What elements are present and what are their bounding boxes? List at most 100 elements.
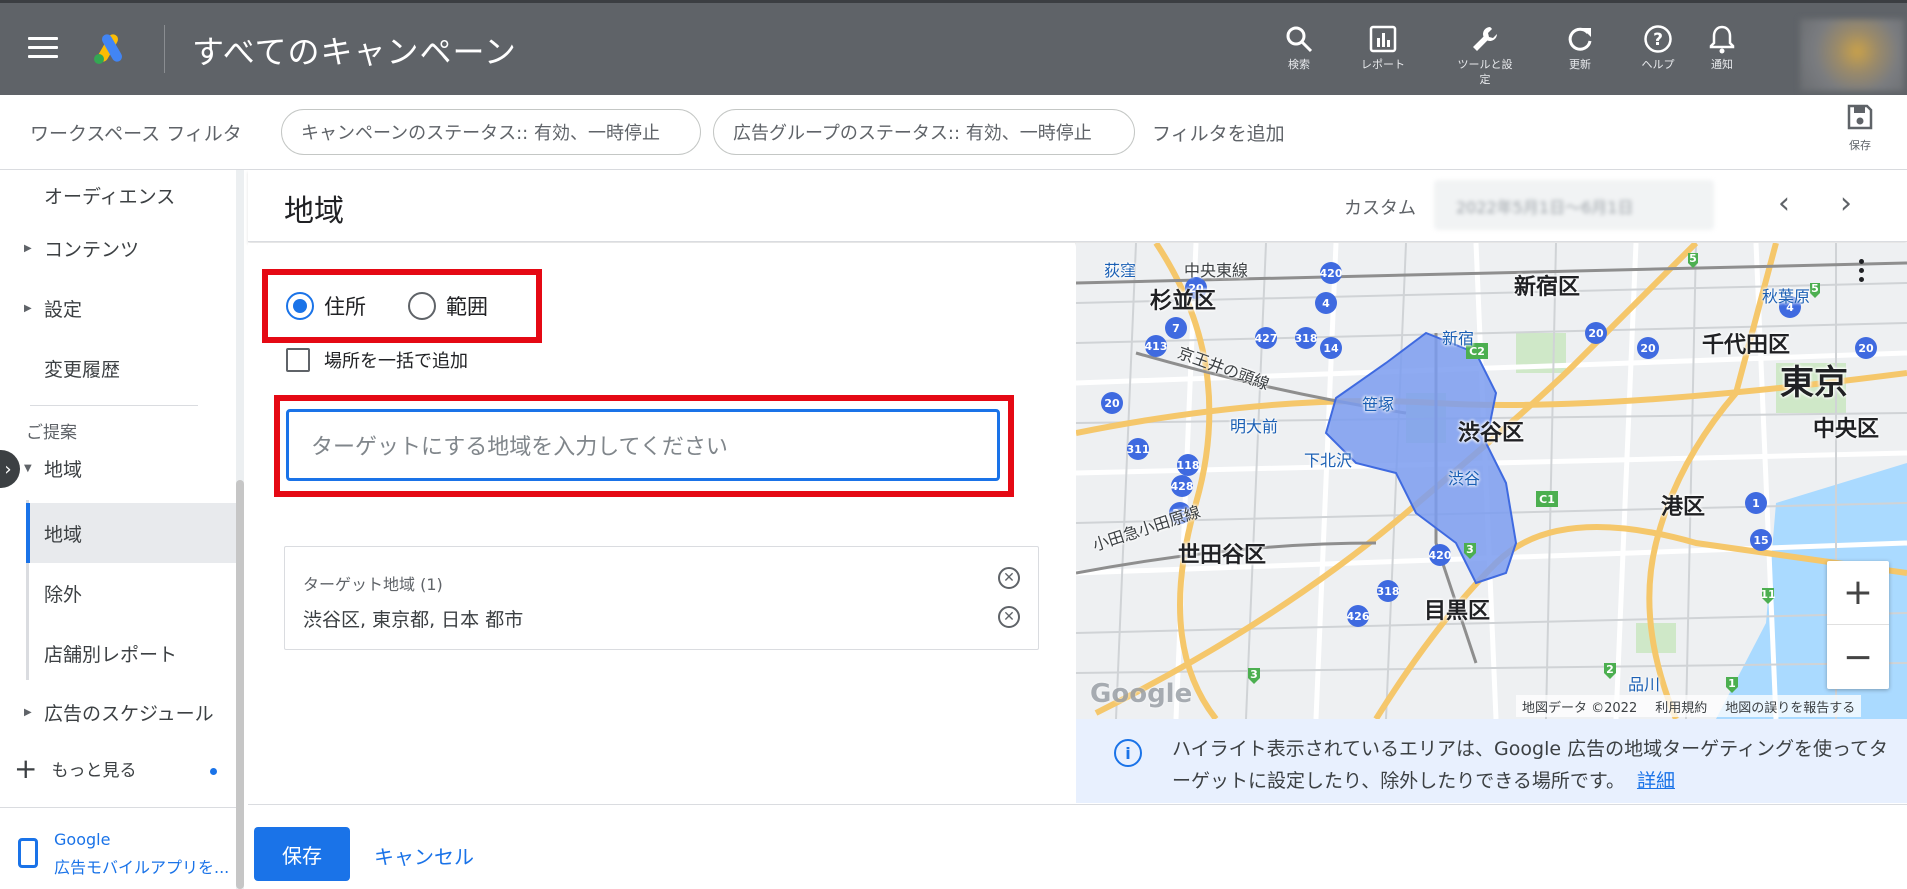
map-more-icon[interactable]: [1859, 259, 1867, 286]
map-label-meguro: 目黒区: [1424, 599, 1491, 624]
svg-text:11: 11: [1760, 588, 1775, 601]
refresh-tool[interactable]: 更新: [1540, 21, 1620, 72]
sidebar-item-label: オーディエンス: [44, 185, 176, 208]
filter-bar: ワークスペース フィルタ キャンペーンのステータス:: 有効、一時停止 広告グル…: [0, 95, 1907, 170]
targeted-locations-title: ターゲット地域 (1): [303, 575, 443, 594]
sidebar-item-label: 設定: [44, 298, 83, 321]
svg-text:15: 15: [1753, 534, 1768, 547]
new-indicator-dot: [210, 768, 217, 775]
svg-text:118: 118: [1177, 459, 1200, 472]
sidebar-item-audience[interactable]: オーディエンス: [0, 170, 236, 220]
tools-settings[interactable]: ツールと設定: [1446, 21, 1524, 87]
sidebar-item-locations[interactable]: ▼ 地域: [0, 443, 236, 493]
radio-unchecked-icon: [408, 292, 436, 320]
svg-text:20: 20: [1640, 342, 1656, 355]
zoom-in-button[interactable]: +: [1827, 561, 1889, 625]
map-label-sasazuka: 笹塚: [1362, 395, 1395, 414]
sidebar-subitem-exclusions[interactable]: 除外: [26, 563, 236, 623]
adgroup-status-chip[interactable]: 広告グループのステータス:: 有効、一時停止: [713, 109, 1135, 155]
clear-all-icon[interactable]: ✕: [998, 567, 1020, 589]
svg-text:20: 20: [1858, 342, 1874, 355]
map-label-akihabara: 秋葉原: [1762, 287, 1811, 306]
sidebar-scrollbar[interactable]: [236, 480, 244, 889]
show-more-label: もっと見る: [51, 760, 137, 781]
notifications-tool[interactable]: 通知: [1682, 21, 1762, 72]
menu-icon[interactable]: [28, 37, 58, 59]
svg-text:14: 14: [1323, 342, 1339, 355]
refresh-icon: [1568, 27, 1592, 51]
help-icon: ?: [1644, 25, 1672, 53]
map-label-ogikubo: 荻窪: [1104, 261, 1137, 280]
notifications-tool-label: 通知: [1711, 58, 1733, 71]
location-map[interactable]: 20 427 318 4 420 7 413 14 20 311 118 428…: [1076, 243, 1907, 719]
sidebar-subitem-store-report[interactable]: 店舗別レポート: [26, 623, 236, 683]
report-tool[interactable]: レポート: [1343, 21, 1423, 72]
save-view-button[interactable]: 保存: [1838, 103, 1882, 153]
checkbox-icon: [286, 348, 310, 372]
sidebar-item-ad-schedule[interactable]: ▶ 広告のスケジュール: [0, 687, 236, 737]
sidebar-item-settings[interactable]: ▶ 設定: [0, 283, 236, 333]
mobile-app-promo[interactable]: Google 広告モバイルアプリを...: [0, 807, 236, 889]
campaign-status-chip[interactable]: キャンペーンのステータス:: 有効、一時停止: [281, 109, 701, 155]
map-label-meidaimae: 明大前: [1230, 417, 1279, 436]
top-divider: [164, 25, 165, 73]
map-label-shibuya-station: 渋谷: [1448, 469, 1481, 488]
bulk-add-checkbox[interactable]: 場所を一括で追加: [286, 347, 468, 373]
save-icon: [1847, 104, 1873, 130]
search-tool[interactable]: 検索: [1259, 21, 1339, 72]
search-tool-label: 検索: [1288, 58, 1310, 71]
sidebar-item-label: 地域: [44, 458, 83, 481]
radio-address[interactable]: 住所: [286, 291, 366, 321]
sidebar-subitem-locations[interactable]: 地域: [26, 503, 236, 563]
svg-text:420: 420: [1320, 267, 1343, 280]
cancel-button[interactable]: キャンセル: [374, 841, 474, 870]
map-info-banner: i ハイライト表示されているエリアは、Google 広告の地域ターゲティングを使…: [1076, 719, 1907, 803]
svg-text:311: 311: [1127, 443, 1150, 456]
date-mode-label: カスタム: [1344, 198, 1416, 219]
map-label-chuo: 中央区: [1813, 417, 1880, 442]
collapse-arrow-icon: ▼: [24, 462, 32, 474]
remove-location-icon[interactable]: ✕: [998, 606, 1020, 628]
radio-radius-label: 範囲: [446, 295, 488, 319]
map-data-credit: 地図データ ©2022: [1522, 700, 1638, 716]
zoom-out-button[interactable]: −: [1827, 625, 1889, 689]
refresh-tool-label: 更新: [1569, 58, 1591, 71]
info-message: ハイライト表示されているエリアは、Google 広告の地域ターゲティングを使って…: [1172, 738, 1889, 792]
svg-text:4: 4: [1322, 297, 1330, 310]
radio-radius[interactable]: 範囲: [408, 291, 488, 321]
add-filter-button[interactable]: フィルタを追加: [1152, 119, 1285, 146]
svg-text:3: 3: [1250, 668, 1258, 681]
svg-text:318: 318: [1377, 585, 1400, 598]
map-label-setagaya: 世田谷区: [1178, 543, 1267, 568]
sidebar-item-content[interactable]: ▶ コンテンツ: [0, 223, 236, 273]
wrench-icon: [1473, 27, 1497, 51]
save-view-label: 保存: [1849, 139, 1871, 152]
top-bar: すべてのキャンペーン 検索 レポート ツールと設定 更新 ? ヘルプ 通知: [0, 0, 1907, 95]
details-link[interactable]: 詳細: [1637, 770, 1675, 792]
svg-text:3: 3: [1466, 543, 1474, 556]
svg-text:C1: C1: [1539, 493, 1555, 506]
sidebar-item-change-history[interactable]: 変更履歴: [0, 343, 236, 393]
location-search-input[interactable]: ターゲットにする地域を入力してください: [286, 409, 1000, 481]
previous-period-button[interactable]: ‹: [1778, 186, 1790, 221]
report-error-link[interactable]: 地図の誤りを報告する: [1725, 697, 1855, 716]
svg-text:5: 5: [1811, 282, 1819, 295]
date-range-value: 2022年5月1日〜6月1日: [1456, 198, 1634, 217]
sidebar-item-label: コンテンツ: [44, 238, 140, 261]
sidebar-divider: [30, 405, 198, 406]
map-label-minato: 港区: [1661, 495, 1706, 520]
terms-link[interactable]: 利用規約: [1655, 697, 1707, 716]
expand-arrow-icon: ▶: [24, 302, 32, 314]
avatar[interactable]: [1800, 19, 1904, 91]
save-button[interactable]: 保存: [254, 827, 350, 881]
show-more-button[interactable]: + もっと見る: [14, 752, 137, 785]
workspace-filter-label: ワークスペース フィルタ: [30, 123, 242, 145]
google-ads-logo[interactable]: [90, 31, 130, 65]
map-label-shinagawa: 品川: [1628, 675, 1661, 694]
next-period-button[interactable]: ›: [1840, 186, 1852, 221]
svg-text:1: 1: [1752, 497, 1760, 510]
date-range-picker[interactable]: 2022年5月1日〜6月1日: [1434, 180, 1714, 230]
sidebar: オーディエンス ▶ コンテンツ ▶ 設定 変更履歴 ご提案 › ▼ 地域 地域 …: [0, 170, 244, 889]
info-text-block: ハイライト表示されているエリアは、Google 広告の地域ターゲティングを使って…: [1172, 733, 1892, 797]
chevron-right-icon: ›: [1840, 186, 1852, 221]
